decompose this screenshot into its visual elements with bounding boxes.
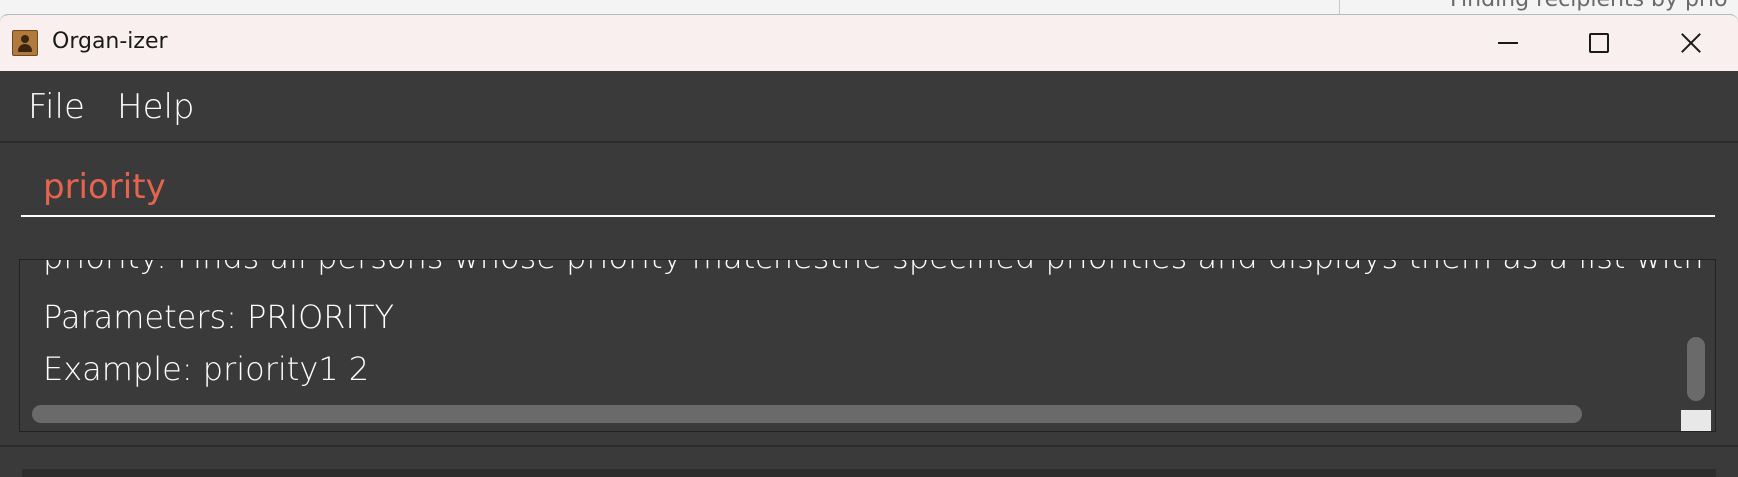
- menu-file[interactable]: File: [28, 87, 85, 127]
- result-display: priority: Finds all persons whose priori…: [19, 259, 1716, 432]
- maximize-icon: [1589, 33, 1609, 53]
- title-bar[interactable]: Organ-izer: [0, 15, 1738, 71]
- horizontal-scrollbar-thumb[interactable]: [32, 405, 1582, 423]
- result-line-parameters: Parameters: PRIORITY: [43, 298, 395, 336]
- result-line-example: Example: priority1 2: [43, 350, 370, 388]
- vertical-scrollbar-thumb[interactable]: [1687, 337, 1705, 401]
- result-line-description: priority: Finds all persons whose priori…: [43, 260, 1715, 276]
- menu-bar: File Help: [0, 71, 1738, 143]
- menu-help[interactable]: Help: [117, 87, 195, 127]
- background-window-text: Finding recipients by prio: [1450, 0, 1728, 12]
- address-book-icon: [12, 30, 38, 56]
- command-input-value: priority: [43, 167, 166, 207]
- background-window-divider: [1339, 0, 1340, 14]
- minimize-icon: [1498, 42, 1518, 44]
- minimize-button[interactable]: [1462, 15, 1554, 71]
- close-button[interactable]: [1645, 15, 1737, 71]
- command-input[interactable]: priority: [21, 165, 1715, 217]
- app-window: Organ-izer File Help priority priority: …: [0, 14, 1738, 477]
- maximize-button[interactable]: [1553, 15, 1645, 71]
- close-icon: [1680, 32, 1702, 54]
- window-title: Organ-izer: [52, 29, 168, 54]
- divider: [0, 445, 1738, 447]
- scrollbar-corner: [1681, 410, 1711, 431]
- command-area: priority: [0, 143, 1738, 245]
